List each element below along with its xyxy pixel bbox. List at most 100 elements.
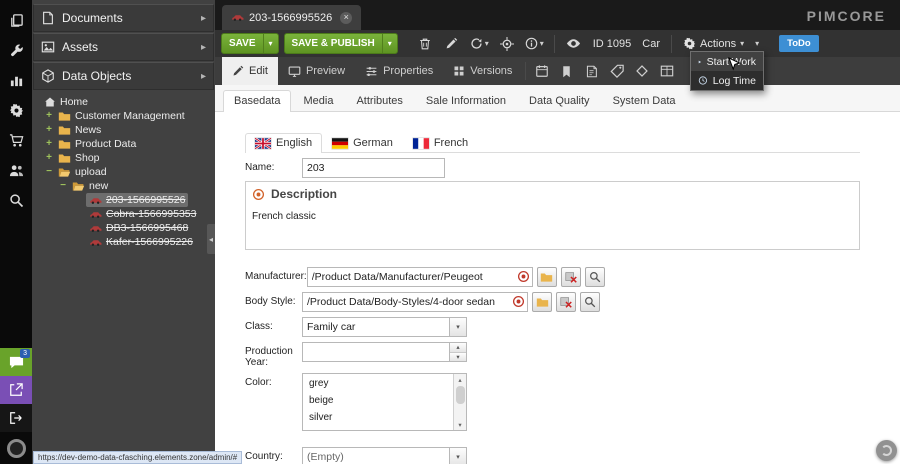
share-button[interactable] [0,376,32,404]
save-caret-icon[interactable]: ▾ [263,34,278,53]
logout-button[interactable] [0,404,32,432]
spin-down-icon[interactable]: ▾ [450,352,466,362]
settings-gear-icon[interactable] [0,95,32,125]
country-select[interactable]: (Empty) ▾ [302,447,467,464]
rename-button[interactable] [441,33,463,55]
manufacturer-search-button[interactable] [585,267,605,287]
tab-data-quality[interactable]: Data Quality [518,90,601,112]
customers-icon[interactable] [0,155,32,185]
tab-language-german[interactable]: German [322,133,403,153]
locate-in-tree-button[interactable] [496,33,518,55]
manufacturer-input[interactable] [307,267,533,287]
tab-basedata[interactable]: Basedata [223,90,291,112]
tab-language-english[interactable]: English [245,133,322,153]
files-icon[interactable] [0,5,32,35]
menu-item-log-time[interactable]: Log Time [691,71,763,90]
tags-button[interactable] [604,57,629,85]
preview-eye-button[interactable] [563,33,585,55]
tree-item-shop[interactable]: + Shop [32,151,215,165]
class-select[interactable]: Family car ▾ [302,317,467,337]
actions-button[interactable]: Actions ▾ [680,37,747,50]
open-object-tab[interactable]: 203-1566995526 × [222,5,361,30]
sidebar-collapse-handle[interactable]: ◂ [207,224,215,254]
name-input[interactable] [302,158,445,178]
color-option[interactable]: beige [303,392,453,409]
tab-preview[interactable]: Preview [278,57,355,85]
notes-button[interactable] [579,57,604,85]
description-editor[interactable]: French classic [246,205,859,249]
body-style-remove-button[interactable] [556,292,576,312]
photo-icon [41,40,55,54]
scroll-down-icon[interactable]: ▾ [458,419,461,430]
sidebar-section-assets[interactable]: Assets ▸ [33,33,214,61]
tree-item-new[interactable]: − new [32,179,215,193]
car-icon [89,224,102,233]
notifications-button[interactable]: 3 [0,348,32,376]
caret-down-icon[interactable]: ▾ [449,318,466,336]
expand-plus-icon[interactable]: + [44,153,54,163]
tree-item-upload[interactable]: − upload [32,165,215,179]
body-style-open-button[interactable] [532,292,552,312]
save-publish-button[interactable]: SAVE & PUBLISH ▾ [284,33,398,54]
workflow-button[interactable] [629,57,654,85]
tab-media[interactable]: Media [292,90,344,112]
layout-button[interactable] [654,57,679,85]
color-option[interactable]: silver [303,409,453,426]
tab-properties[interactable]: Properties [355,57,443,85]
tree-item-cobra[interactable]: Cobra-1566995353 [32,207,215,221]
expand-plus-icon[interactable]: + [44,125,54,135]
search-icon[interactable] [0,185,32,215]
menu-item-start-work[interactable]: Start Work [691,52,763,71]
tab-system-data[interactable]: System Data [602,90,687,112]
manufacturer-open-button[interactable] [537,267,557,287]
scrollbar-thumb[interactable] [456,386,465,404]
reports-icon[interactable] [0,65,32,95]
reload-button[interactable]: ▾ [468,37,491,50]
sidebar-section-data-objects[interactable]: Data Objects ▸ [33,62,214,90]
section-label: Data Objects [62,69,131,83]
tree-item-home[interactable]: Home [32,95,215,109]
ecommerce-cart-icon[interactable] [0,125,32,155]
info-button[interactable]: ▾ [523,37,546,50]
manufacturer-remove-button[interactable] [561,267,581,287]
close-tab-icon[interactable]: × [340,12,352,24]
tab-edit[interactable]: Edit [222,57,278,85]
tab-attributes[interactable]: Attributes [345,90,413,112]
tab-versions[interactable]: Versions [443,57,522,85]
sidebar: Documents ▸ Assets ▸ Data Objects ▸ Home… [32,0,215,464]
tree-item-db3[interactable]: DB3-1566995468 [32,221,215,235]
save-publish-caret-icon[interactable]: ▾ [382,34,397,53]
user-avatar[interactable] [7,439,26,458]
tree-item-customer-management[interactable]: + Customer Management [32,109,215,123]
sidebar-section-documents[interactable]: Documents ▸ [33,4,214,32]
car-icon [89,238,102,247]
body-style-input[interactable] [302,292,528,312]
tools-icon[interactable] [0,35,32,65]
production-year-spinner[interactable]: ▴ ▾ [302,342,467,362]
delete-button[interactable] [414,33,436,55]
save-button[interactable]: SAVE ▾ [221,33,279,54]
tree-item-203[interactable]: 203-1566995526 [32,193,215,207]
tab-language-french[interactable]: French [403,133,478,153]
collapse-minus-icon[interactable]: − [58,181,68,191]
schedule-button[interactable] [529,57,554,85]
listbox-scrollbar[interactable]: ▴ ▾ [453,374,466,430]
expand-plus-icon[interactable]: + [44,139,54,149]
help-bubble[interactable] [876,440,897,461]
car-icon [89,210,102,219]
tree-item-news[interactable]: + News [32,123,215,137]
scroll-up-icon[interactable]: ▴ [458,374,461,385]
tab-sale-information[interactable]: Sale Information [415,90,517,112]
tree-item-kafer[interactable]: Kafer-1566995226 [32,235,215,249]
actions-menu-caret-icon[interactable]: ▾ [752,39,762,48]
bookmark-button[interactable] [554,57,579,85]
manufacturer-relation-field [307,267,533,287]
expand-plus-icon[interactable]: + [44,111,54,121]
collapse-minus-icon[interactable]: − [44,167,54,177]
color-option[interactable]: grey [303,375,453,392]
spin-up-icon[interactable]: ▴ [450,343,466,352]
tree-item-product-data[interactable]: + Product Data [32,137,215,151]
caret-down-icon[interactable]: ▾ [449,448,466,464]
body-style-search-button[interactable] [580,292,600,312]
workflow-status-badge: ToDo [779,35,819,52]
